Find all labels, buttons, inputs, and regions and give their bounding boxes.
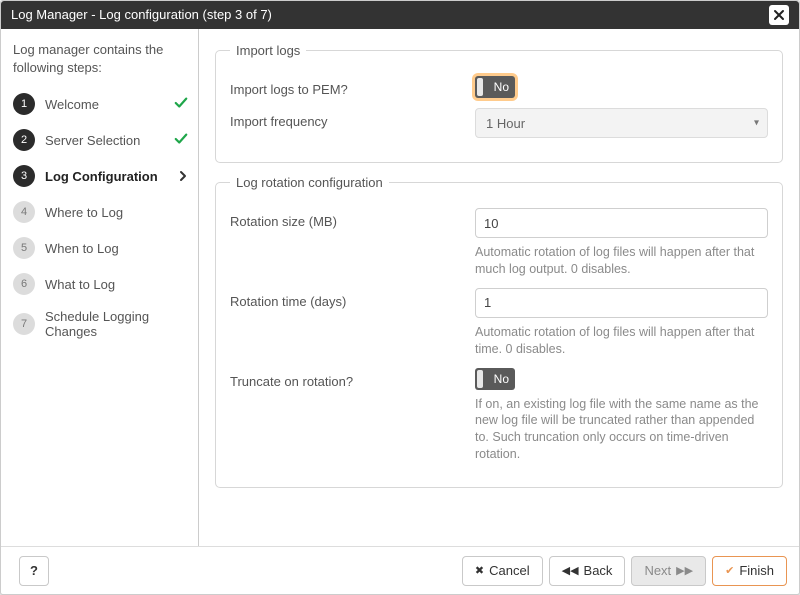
step-number: 3: [13, 165, 35, 187]
row-import-to-pem: Import logs to PEM? No: [230, 76, 768, 98]
step-server-selection[interactable]: 2 Server Selection: [13, 122, 188, 158]
titlebar: Log Manager - Log configuration (step 3 …: [1, 1, 799, 29]
toggle-import-to-pem[interactable]: No: [475, 76, 515, 98]
select-value: 1 Hour: [486, 116, 525, 131]
main-panel: Import logs Import logs to PEM? No Impor…: [199, 29, 799, 546]
help-rotation-size: Automatic rotation of log files will hap…: [475, 244, 768, 278]
next-label: Next: [644, 563, 671, 578]
chevron-right-icon: [178, 170, 188, 182]
log-rotation-legend: Log rotation configuration: [230, 175, 389, 190]
step-number: 2: [13, 129, 35, 151]
cancel-button[interactable]: ✖ Cancel: [462, 556, 543, 586]
toggle-knob: [477, 78, 483, 96]
check-icon: [174, 96, 188, 113]
step-schedule-logging-changes[interactable]: 7 Schedule Logging Changes: [13, 302, 188, 346]
modal-body: Log manager contains the following steps…: [1, 29, 799, 546]
label-import-frequency: Import frequency: [230, 108, 475, 129]
step-when-to-log[interactable]: 5 When to Log: [13, 230, 188, 266]
log-rotation-group: Log rotation configuration Rotation size…: [215, 175, 783, 488]
import-logs-group: Import logs Import logs to PEM? No Impor…: [215, 43, 783, 163]
caret-down-icon: ▾: [754, 118, 759, 129]
step-label: Schedule Logging Changes: [45, 309, 188, 339]
modal-footer: ? ✖ Cancel ◀◀ Back Next ▶▶ ✔ Finish: [1, 546, 799, 594]
step-label: Welcome: [45, 97, 168, 112]
wizard-sidebar: Log manager contains the following steps…: [1, 29, 199, 546]
step-label: What to Log: [45, 277, 188, 292]
cancel-label: Cancel: [489, 563, 529, 578]
step-label: Log Configuration: [45, 169, 174, 184]
step-number: 6: [13, 273, 35, 295]
toggle-text: No: [494, 372, 509, 386]
check-icon: ✔: [725, 564, 734, 577]
row-import-frequency: Import frequency 1 Hour ▾: [230, 108, 768, 138]
import-logs-legend: Import logs: [230, 43, 306, 58]
step-number: 1: [13, 93, 35, 115]
close-icon: [773, 9, 785, 21]
step-number: 5: [13, 237, 35, 259]
finish-button[interactable]: ✔ Finish: [712, 556, 787, 586]
back-label: Back: [584, 563, 613, 578]
step-what-to-log[interactable]: 6 What to Log: [13, 266, 188, 302]
sidebar-intro: Log manager contains the following steps…: [13, 41, 188, 76]
input-rotation-size[interactable]: [475, 208, 768, 238]
label-import-to-pem: Import logs to PEM?: [230, 76, 475, 97]
step-log-configuration[interactable]: 3 Log Configuration: [13, 158, 188, 194]
row-rotation-time: Rotation time (days) Automatic rotation …: [230, 288, 768, 358]
check-icon: [174, 132, 188, 149]
finish-label: Finish: [739, 563, 774, 578]
log-manager-modal: Log Manager - Log configuration (step 3 …: [0, 0, 800, 595]
label-truncate: Truncate on rotation?: [230, 368, 475, 389]
help-truncate: If on, an existing log file with the sam…: [475, 396, 768, 464]
step-number: 4: [13, 201, 35, 223]
rewind-icon: ◀◀: [562, 564, 579, 577]
close-icon: ✖: [475, 564, 484, 577]
step-label: Server Selection: [45, 133, 168, 148]
help-rotation-time: Automatic rotation of log files will hap…: [475, 324, 768, 358]
close-button[interactable]: [769, 5, 789, 25]
select-import-frequency[interactable]: 1 Hour ▾: [475, 108, 768, 138]
step-label: Where to Log: [45, 205, 188, 220]
toggle-text: No: [494, 80, 509, 94]
step-welcome[interactable]: 1 Welcome: [13, 86, 188, 122]
row-rotation-size: Rotation size (MB) Automatic rotation of…: [230, 208, 768, 278]
toggle-truncate[interactable]: No: [475, 368, 515, 390]
step-number: 7: [13, 313, 35, 335]
next-button[interactable]: Next ▶▶: [631, 556, 706, 586]
wizard-steps: 1 Welcome 2 Server Selection 3 Log Confi…: [13, 86, 188, 346]
row-truncate: Truncate on rotation? No If on, an exist…: [230, 368, 768, 464]
label-rotation-size: Rotation size (MB): [230, 208, 475, 229]
step-label: When to Log: [45, 241, 188, 256]
help-button[interactable]: ?: [19, 556, 49, 586]
window-title: Log Manager - Log configuration (step 3 …: [11, 1, 272, 29]
step-where-to-log[interactable]: 4 Where to Log: [13, 194, 188, 230]
label-rotation-time: Rotation time (days): [230, 288, 475, 309]
toggle-knob: [477, 370, 483, 388]
input-rotation-time[interactable]: [475, 288, 768, 318]
forward-icon: ▶▶: [676, 564, 693, 577]
back-button[interactable]: ◀◀ Back: [549, 556, 626, 586]
